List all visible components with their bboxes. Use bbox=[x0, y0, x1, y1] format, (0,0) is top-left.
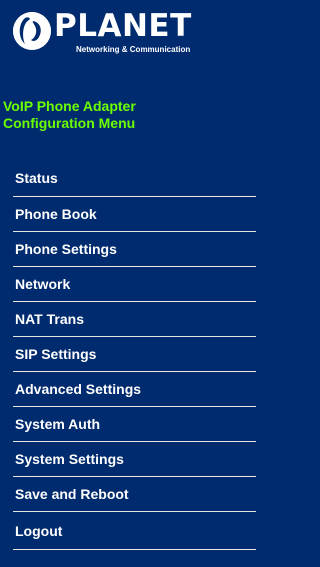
menu-item-label[interactable]: Phone Settings bbox=[15, 241, 117, 257]
menu-item-network[interactable]: Network bbox=[13, 267, 256, 302]
menu-item-label[interactable]: Save and Reboot bbox=[15, 486, 129, 502]
brand-name: PLANET bbox=[54, 8, 192, 44]
menu-item-sip-settings[interactable]: SIP Settings bbox=[13, 337, 256, 372]
planet-logo-icon bbox=[13, 12, 51, 50]
menu-item-label[interactable]: Phone Book bbox=[15, 206, 97, 222]
menu-item-label[interactable]: Logout bbox=[15, 523, 62, 539]
menu-item-label[interactable]: System Settings bbox=[15, 451, 124, 467]
menu-item-label[interactable]: Network bbox=[15, 276, 70, 292]
menu-item-system-auth[interactable]: System Auth bbox=[13, 407, 256, 442]
menu-item-system-settings[interactable]: System Settings bbox=[13, 442, 256, 477]
menu-item-phone-book[interactable]: Phone Book bbox=[13, 197, 256, 232]
menu-item-label[interactable]: Advanced Settings bbox=[15, 381, 141, 397]
menu-item-save-and-reboot[interactable]: Save and Reboot bbox=[13, 477, 256, 512]
menu-title-line1: VoIP Phone Adapter bbox=[3, 98, 136, 114]
menu-item-logout[interactable]: Logout bbox=[13, 512, 256, 550]
menu-title: VoIP Phone Adapter Configuration Menu bbox=[3, 98, 263, 132]
menu-item-label[interactable]: SIP Settings bbox=[15, 346, 96, 362]
menu-item-phone-settings[interactable]: Phone Settings bbox=[13, 232, 256, 267]
menu-item-nat-trans[interactable]: NAT Trans bbox=[13, 302, 256, 337]
planet-logo: PLANET Networking & Communication bbox=[13, 8, 213, 58]
config-menu: Status Phone Book Phone Settings Network… bbox=[13, 160, 256, 550]
menu-item-label[interactable]: NAT Trans bbox=[15, 311, 84, 327]
menu-item-label[interactable]: Status bbox=[15, 170, 58, 186]
menu-item-advanced-settings[interactable]: Advanced Settings bbox=[13, 372, 256, 407]
menu-item-label[interactable]: System Auth bbox=[15, 416, 100, 432]
menu-item-status[interactable]: Status bbox=[13, 160, 256, 197]
menu-title-line2: Configuration Menu bbox=[3, 115, 136, 131]
brand-tagline: Networking & Communication bbox=[76, 45, 191, 54]
